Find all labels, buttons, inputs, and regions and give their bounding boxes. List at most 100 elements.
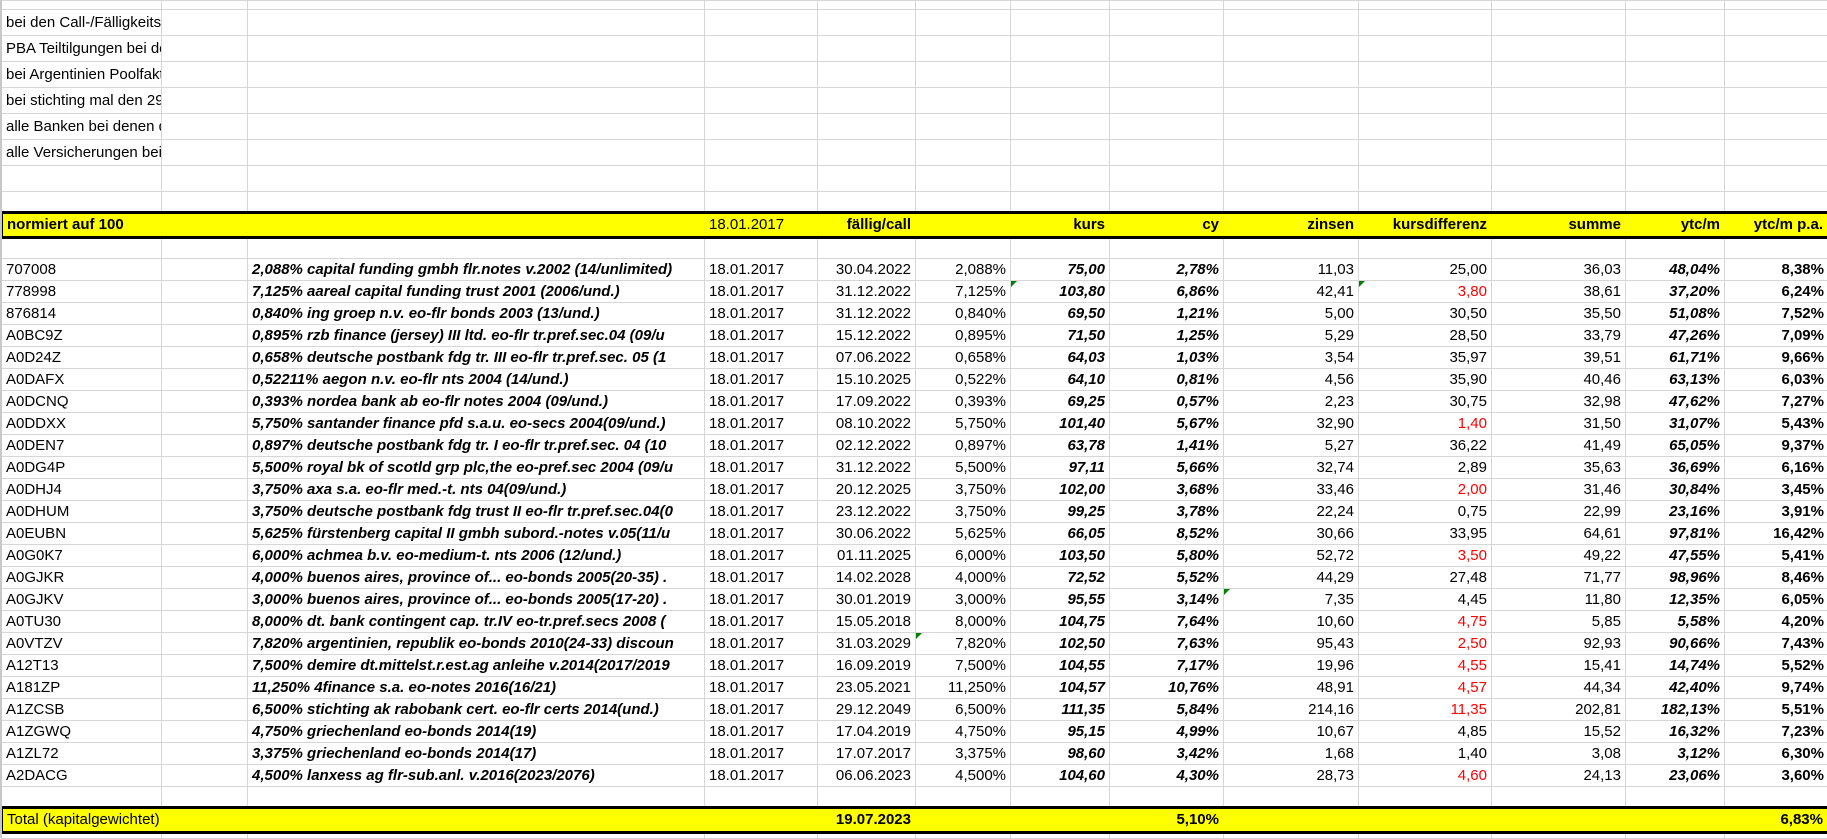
cell-summe[interactable]: 11,80 bbox=[1492, 589, 1626, 611]
cell-kurs[interactable]: 102,50 bbox=[1011, 633, 1110, 655]
empty-cell[interactable] bbox=[2, 787, 162, 808]
cell-ytcm-pa[interactable]: 4,20% bbox=[1725, 611, 1827, 633]
table-row[interactable]: A0DHJ43,750% axa s.a. eo-flr med.-t. nts… bbox=[2, 479, 1827, 501]
cell-id[interactable]: A0G0K7 bbox=[2, 545, 162, 567]
empty-cell[interactable] bbox=[248, 62, 705, 88]
cell-id[interactable]: 778998 bbox=[2, 281, 162, 303]
cell-kurs[interactable]: 111,35 bbox=[1011, 699, 1110, 721]
empty-cell[interactable] bbox=[916, 787, 1011, 808]
total-label[interactable]: Total (kapitalgewichtet) bbox=[2, 808, 162, 833]
cell-id[interactable]: A2DACG bbox=[2, 765, 162, 787]
cell-kursdifferenz[interactable]: 35,90 bbox=[1359, 369, 1492, 391]
header-summe[interactable]: summe bbox=[1492, 213, 1626, 238]
cell-coupon[interactable]: 6,000% bbox=[916, 545, 1011, 567]
empty-cell[interactable] bbox=[1011, 114, 1110, 140]
cell-kurs[interactable]: 64,10 bbox=[1011, 369, 1110, 391]
cell-coupon[interactable]: 4,000% bbox=[916, 567, 1011, 589]
cell-empty[interactable] bbox=[162, 567, 248, 589]
cell-date[interactable]: 18.01.2017 bbox=[705, 501, 818, 523]
cell-cy[interactable]: 1,21% bbox=[1110, 303, 1224, 325]
cell-kursdifferenz[interactable]: 0,75 bbox=[1359, 501, 1492, 523]
cell-ytcm[interactable]: 5,58% bbox=[1626, 611, 1725, 633]
cell-cy[interactable]: 5,52% bbox=[1110, 567, 1224, 589]
cell-kursdifferenz[interactable]: 4,57 bbox=[1359, 677, 1492, 699]
cell-coupon[interactable]: 0,522% bbox=[916, 369, 1011, 391]
cell-name[interactable]: 5,500% royal bk of scotld grp plc,the eo… bbox=[248, 457, 705, 479]
cell-cy[interactable]: 2,78% bbox=[1110, 259, 1224, 281]
empty-cell[interactable] bbox=[705, 140, 818, 166]
cell-zinsen[interactable]: 32,74 bbox=[1224, 457, 1359, 479]
cell-summe[interactable]: 15,41 bbox=[1492, 655, 1626, 677]
cell-ytcm-pa[interactable]: 9,66% bbox=[1725, 347, 1827, 369]
cell-kurs[interactable]: 95,15 bbox=[1011, 721, 1110, 743]
empty-cell[interactable] bbox=[1359, 88, 1492, 114]
cell-coupon[interactable]: 0,393% bbox=[916, 391, 1011, 413]
cell-kurs[interactable]: 104,55 bbox=[1011, 655, 1110, 677]
total-empty-cell[interactable] bbox=[1359, 808, 1492, 833]
cell-faellig-call[interactable]: 23.05.2021 bbox=[818, 677, 916, 699]
cell-faellig-call[interactable]: 15.05.2018 bbox=[818, 611, 916, 633]
cell-empty[interactable] bbox=[162, 347, 248, 369]
cell-name[interactable]: 7,820% argentinien, republik eo-bonds 20… bbox=[248, 633, 705, 655]
cell-faellig-call[interactable]: 15.10.2025 bbox=[818, 369, 916, 391]
cell-kursdifferenz[interactable]: 4,55 bbox=[1359, 655, 1492, 677]
empty-cell[interactable] bbox=[1110, 140, 1224, 166]
empty-cell[interactable] bbox=[1011, 192, 1110, 213]
cell-summe[interactable]: 22,99 bbox=[1492, 501, 1626, 523]
table-row[interactable]: A181ZP11,250% 4finance s.a. eo-notes 201… bbox=[2, 677, 1827, 699]
cell-summe[interactable]: 44,34 bbox=[1492, 677, 1626, 699]
cell-cy[interactable]: 3,14% bbox=[1110, 589, 1224, 611]
empty-cell[interactable] bbox=[1011, 10, 1110, 36]
empty-cell[interactable] bbox=[818, 10, 916, 36]
header-cy[interactable]: cy bbox=[1110, 213, 1224, 238]
cell-ytcm-pa[interactable]: 16,42% bbox=[1725, 523, 1827, 545]
empty-cell[interactable] bbox=[162, 192, 248, 213]
total-empty-cell[interactable] bbox=[1626, 808, 1725, 833]
table-row[interactable]: A1ZCSB6,500% stichting ak rabobank cert.… bbox=[2, 699, 1827, 721]
cell-ytcm-pa[interactable]: 5,43% bbox=[1725, 413, 1827, 435]
empty-cell[interactable] bbox=[705, 238, 818, 259]
cell-name[interactable]: 5,625% fürstenberg capital II gmbh subor… bbox=[248, 523, 705, 545]
cell-ytcm-pa[interactable]: 7,52% bbox=[1725, 303, 1827, 325]
empty-cell[interactable] bbox=[916, 166, 1011, 192]
cell-zinsen[interactable]: 5,27 bbox=[1224, 435, 1359, 457]
cell-zinsen[interactable]: 52,72 bbox=[1224, 545, 1359, 567]
cell-date[interactable]: 18.01.2017 bbox=[705, 259, 818, 281]
cell-summe[interactable]: 35,50 bbox=[1492, 303, 1626, 325]
cell-coupon[interactable]: 3,375% bbox=[916, 743, 1011, 765]
cell-coupon[interactable]: 5,625% bbox=[916, 523, 1011, 545]
empty-cell[interactable] bbox=[818, 62, 916, 88]
cell-id[interactable]: A0VTZV bbox=[2, 633, 162, 655]
cell-name[interactable]: 11,250% 4finance s.a. eo-notes 2016(16/2… bbox=[248, 677, 705, 699]
cell-ytcm[interactable]: 182,13% bbox=[1626, 699, 1725, 721]
cell-faellig-call[interactable]: 06.06.2023 bbox=[818, 765, 916, 787]
total-empty-cell[interactable] bbox=[916, 808, 1011, 833]
cell-kurs[interactable]: 98,60 bbox=[1011, 743, 1110, 765]
empty-cell[interactable] bbox=[1224, 114, 1359, 140]
empty-cell[interactable] bbox=[818, 36, 916, 62]
total-empty-cell[interactable] bbox=[162, 808, 248, 833]
empty-cell[interactable] bbox=[1110, 114, 1224, 140]
cell-faellig-call[interactable]: 17.07.2017 bbox=[818, 743, 916, 765]
cell-ytcm-pa[interactable]: 7,23% bbox=[1725, 721, 1827, 743]
empty-cell[interactable] bbox=[1011, 62, 1110, 88]
empty-cell[interactable] bbox=[1626, 114, 1725, 140]
empty-cell[interactable] bbox=[1492, 238, 1626, 259]
note-cell[interactable]: bei den Call-/Fälligkeitsterminen einige… bbox=[2, 10, 162, 36]
cell-ytcm[interactable]: 63,13% bbox=[1626, 369, 1725, 391]
cell-id[interactable]: 707008 bbox=[2, 259, 162, 281]
cell-ytcm[interactable]: 30,84% bbox=[1626, 479, 1725, 501]
spreadsheet-grid[interactable]: bei den Call-/Fälligkeitsterminen einige… bbox=[0, 0, 1827, 839]
cell-cy[interactable]: 3,42% bbox=[1110, 743, 1224, 765]
cell-ytcm-pa[interactable]: 7,27% bbox=[1725, 391, 1827, 413]
empty-cell[interactable] bbox=[1224, 787, 1359, 808]
cell-ytcm-pa[interactable]: 6,30% bbox=[1725, 743, 1827, 765]
cell-empty[interactable] bbox=[162, 325, 248, 347]
cell-zinsen[interactable]: 22,24 bbox=[1224, 501, 1359, 523]
cell-zinsen[interactable]: 1,68 bbox=[1224, 743, 1359, 765]
cell-id[interactable]: A0DG4P bbox=[2, 457, 162, 479]
empty-cell[interactable] bbox=[248, 140, 705, 166]
table-row[interactable]: A1ZGWQ4,750% griechenland eo-bonds 2014(… bbox=[2, 721, 1827, 743]
empty-cell[interactable] bbox=[1110, 192, 1224, 213]
cell-summe[interactable]: 41,49 bbox=[1492, 435, 1626, 457]
